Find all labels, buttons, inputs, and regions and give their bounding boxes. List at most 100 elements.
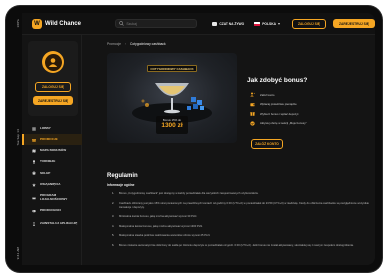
sidebar-item-label: ZAINSTALUJ APLIKACJĘ (40, 221, 78, 226)
logo[interactable]: W Wild Chance (32, 18, 91, 29)
sidebar-login-button[interactable]: ZALOGUJ SIĘ (35, 82, 71, 92)
lobby-icon (32, 126, 36, 131)
rule-number: 2. (112, 201, 115, 205)
search-icon (119, 21, 125, 26)
chevron-right-icon: › (124, 42, 127, 46)
gift-icon (32, 138, 36, 142)
live-chat-label: CZAT NA ŻYWO (219, 21, 245, 26)
rule-item: 2. Cashback obliczany jest jako 15% strat… (112, 202, 375, 210)
guest-card: ZALOGUJ SIĘ ZAREJESTRUJ SIĘ (28, 41, 78, 116)
rule-text: Bonus zostanie automatycznie doliczony d… (119, 243, 354, 247)
breadcrumb-current: Cotygodniowy cashback (130, 42, 166, 46)
rules-subtitle: Informacje ogólne (107, 183, 135, 187)
logo-icon: W (32, 18, 42, 29)
main-content: Promocje › Cotygodniowy cashback COTYGOD… (82, 35, 375, 265)
rule-number: 6. (112, 243, 115, 247)
sidebar-item-label: PROGRAM LOJALNOŚCIOWY (40, 193, 68, 201)
guest-avatar-icon (44, 53, 62, 71)
chat-icon (212, 21, 218, 26)
rule-text: Maksymalna kwota bonusu, jaką można akty… (119, 224, 203, 228)
sidebar-item-label: LOBBY (40, 125, 51, 130)
top-navigation: W Wild Chance CZAT NA ŻYWO POLSKA ZALOGU… (22, 13, 375, 35)
gift-icon (250, 112, 255, 116)
trophy-icon (33, 160, 35, 164)
sidebar-item-promotions[interactable]: PROMOCJE (22, 134, 82, 146)
sidebar-nav: LOBBY PROMOCJE MAPA BONUSÓW TURNIEJE SKL… (22, 123, 82, 231)
how-to-step: Załóż konto (250, 90, 307, 100)
breadcrumb-parent[interactable]: Promocje (107, 42, 121, 46)
language-label: POLSKA (262, 21, 276, 26)
promo-banner: COTYGODNIOWY CASHBACK Bonus 15% do 1300 … (107, 53, 237, 143)
promo-banner-title: COTYGODNIOWY CASHBACK (147, 65, 197, 72)
battery-indicator: 100% (15, 19, 20, 28)
rule-text: Maksymalna stawka podczas realizowania w… (119, 234, 211, 237)
tablet-frame: 100% Tue Sep 14 9:41 AM W Wild Chance CZ… (6, 6, 382, 272)
how-to-step-text: Wpłacaj prawdziwe pieniądze (260, 102, 297, 107)
sidebar-item-label: PRODUCENCI (40, 208, 61, 213)
rule-item: 1. Bonus „Cotygodniowy cashback” jest dos… (112, 192, 375, 196)
avatar (42, 51, 64, 73)
user-plus-icon (250, 92, 255, 97)
sidebar-item-label: OSIĄGNIĘCIA (40, 181, 61, 186)
check-icon (250, 121, 255, 126)
how-to-steps: Załóż konto Wpłacaj prawdziwe pieniądze … (250, 90, 307, 128)
sidebar-item-label: MAPA BONUSÓW (40, 148, 67, 153)
search-box[interactable] (115, 19, 198, 28)
download-icon (33, 222, 35, 226)
sidebar-item-achievements[interactable]: OSIĄGNIĘCIA (22, 179, 82, 190)
chevron-down-icon (277, 22, 280, 25)
how-to-step-text: Aktywuj ofertę w sekcji „Moje bonusy” (260, 121, 307, 126)
brand-name: Wild Chance (45, 20, 81, 27)
sidebar-item-lobby[interactable]: LOBBY (22, 123, 82, 134)
create-account-button[interactable]: ZAŁÓŻ KONTO (251, 139, 283, 149)
rules-title: Regulamin (107, 173, 138, 179)
sidebar-item-tournaments[interactable]: TURNIEJE (22, 157, 82, 168)
how-to-step-text: Załóż konto (260, 92, 275, 97)
rule-number: 5. (112, 234, 115, 237)
how-to-step-text: Wybierz bonus i wpłać depozyt (260, 111, 299, 116)
rule-item: 5. Maksymalna stawka podczas realizowania… (112, 234, 375, 238)
rule-text: Bonus „Cotygodniowy cashback” jest dostę… (119, 192, 259, 195)
status-bar: 100% Tue Sep 14 9:41 AM (13, 13, 22, 265)
sidebar-item-label: TURNIEJE (40, 159, 56, 164)
rule-item: 4. Maksymalna kwota bonusu, jaką można ak… (112, 225, 375, 229)
crown-icon (32, 196, 36, 199)
wallet-icon (250, 103, 255, 106)
star-icon (32, 182, 36, 187)
live-chat-button[interactable]: CZAT NA ŻYWO (212, 21, 245, 26)
rule-item: 3. Minimalna kwota bonusu, jaką można akt… (112, 215, 375, 219)
sidebar-item-label: SKLEP (40, 170, 51, 175)
sidebar-item-label: PROMOCJE (40, 137, 58, 142)
status-date: Tue Sep 14 (15, 128, 20, 146)
how-to-title: Jak zdobyć bonus? (247, 77, 308, 84)
sidebar-item-loyalty[interactable]: PROGRAM LOJALNOŚCIOWY (22, 190, 82, 205)
sidebar-item-providers[interactable]: PRODUCENCI (22, 205, 82, 216)
screen: 100% Tue Sep 14 9:41 AM W Wild Chance CZ… (13, 13, 375, 265)
rule-item: 6. Bonus zostanie automatycznie doliczony… (112, 244, 375, 248)
promo-amount-box: Bonus 15% do 1300 zł (156, 116, 188, 134)
rule-text: Cashback obliczany jest jako 15% strat p… (119, 201, 369, 209)
register-button[interactable]: ZAREJESTRUJ SIĘ (332, 19, 375, 28)
shop-icon (32, 171, 36, 175)
how-to-step: Wpłacaj prawdziwe pieniądze (250, 100, 307, 110)
how-to-step: Wybierz bonus i wpłać depozyt (250, 109, 307, 119)
rule-number: 1. (112, 192, 115, 195)
how-to-step: Aktywuj ofertę w sekcji „Moje bonusy” (250, 119, 307, 129)
game-icon (32, 209, 36, 212)
search-input[interactable] (126, 21, 197, 26)
language-selector[interactable]: POLSKA (254, 21, 280, 26)
rules-list: 1. Bonus „Cotygodniowy cashback” jest dos… (112, 192, 375, 253)
status-time: 9:41 AM (15, 246, 20, 259)
sidebar-item-install-app[interactable]: ZAINSTALUJ APLIKACJĘ (22, 216, 82, 231)
map-icon (32, 149, 36, 153)
rule-number: 3. (112, 215, 115, 218)
login-button[interactable]: ZALOGUJ SIĘ (291, 18, 326, 29)
sidebar-item-bonus-map[interactable]: MAPA BONUSÓW (22, 145, 82, 156)
rule-number: 4. (112, 224, 115, 228)
poland-flag-icon (254, 21, 261, 26)
sidebar: ZALOGUJ SIĘ ZAREJESTRUJ SIĘ LOBBY PROMOC… (22, 35, 82, 265)
sidebar-item-shop[interactable]: SKLEP (22, 168, 82, 179)
breadcrumb: Promocje › Cotygodniowy cashback (107, 42, 166, 46)
sidebar-register-button[interactable]: ZAREJESTRUJ SIĘ (33, 96, 73, 105)
rule-text: Minimalna kwota bonusu, jaką można aktyw… (119, 215, 198, 218)
